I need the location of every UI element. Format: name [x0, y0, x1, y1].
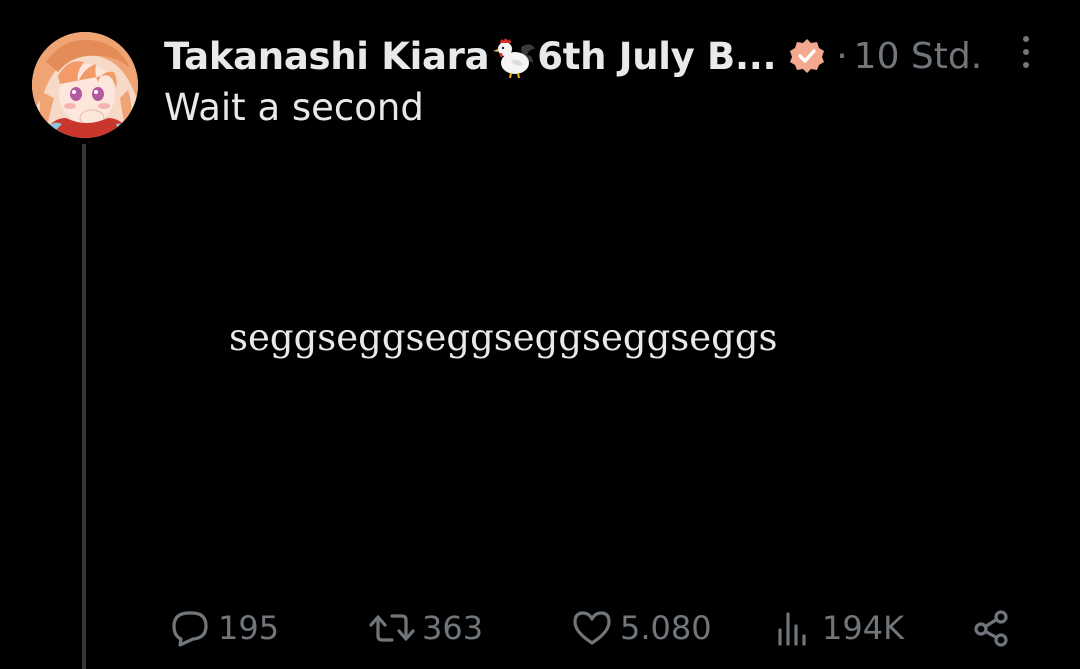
- more-icon[interactable]: [1010, 34, 1042, 70]
- like-count: 5.080: [620, 609, 712, 647]
- heart-icon: [573, 611, 611, 645]
- author-display-name[interactable]: Takanashi Kiara: [164, 35, 490, 78]
- repost-count: 363: [422, 609, 484, 647]
- more-dot: [1023, 49, 1029, 55]
- tweet-header: Takanashi Kiara 6th July B... · 10 Std.: [164, 30, 982, 82]
- rooster-icon: [491, 33, 537, 79]
- avatar-image: [32, 32, 138, 138]
- reply-icon: [172, 611, 208, 647]
- timestamp[interactable]: 10 Std.: [854, 36, 983, 77]
- reply-count: 195: [218, 609, 280, 647]
- repost-icon: [369, 614, 415, 642]
- verified-icon[interactable]: [788, 37, 826, 75]
- action-bar: 195 363 5.080 194K: [0, 606, 1080, 650]
- more-dot: [1023, 36, 1029, 42]
- views-button[interactable]: 194K: [772, 606, 904, 650]
- repost-button[interactable]: 363: [368, 606, 483, 650]
- tweet-text: Wait a second: [164, 86, 424, 129]
- like-button[interactable]: 5.080: [570, 606, 712, 650]
- author-display-name-suffix[interactable]: 6th July B...: [537, 35, 776, 78]
- avatar[interactable]: [32, 32, 138, 138]
- views-count: 194K: [822, 609, 905, 647]
- views-icon: [778, 612, 806, 646]
- share-button[interactable]: [970, 606, 1014, 650]
- thread-line: [82, 144, 86, 669]
- reply-button[interactable]: 195: [168, 606, 279, 650]
- share-icon: [974, 610, 1008, 647]
- separator-dot: ·: [836, 35, 848, 77]
- more-dot: [1023, 62, 1029, 68]
- media-text: seggseggseggseggseggseggs: [229, 316, 778, 359]
